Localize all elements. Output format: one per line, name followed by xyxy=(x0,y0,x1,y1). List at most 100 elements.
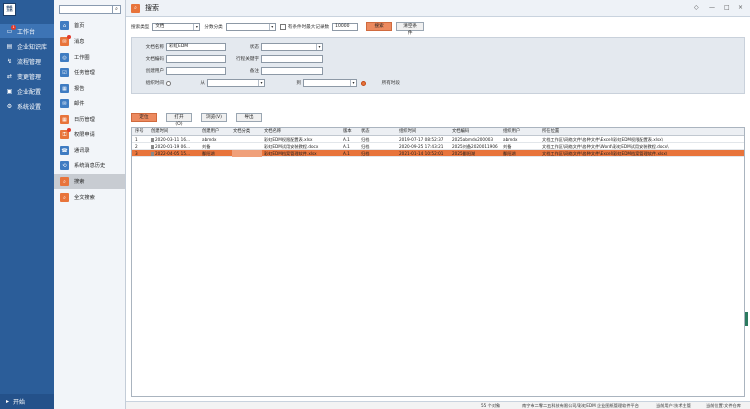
table-cell: 彩虹EDM试用安装教程.docx xyxy=(264,144,319,149)
minimize-icon[interactable]: — xyxy=(709,4,715,11)
nav-search-input[interactable]: ⌕ xyxy=(59,5,121,14)
max-records-input[interactable]: 10000 xyxy=(332,22,359,31)
time-range-radio[interactable] xyxy=(166,80,171,86)
table-cell: 2021-01-14 10:52:01 xyxy=(399,151,444,156)
search-conditions-panel: 文档名称 彩虹EDM 状态 ▾ 文档编码 行程关键字 创建用户 备注 组织时间 … xyxy=(131,37,745,94)
table-row[interactable]: 1 2020-03-11 16... abmdx 彩虹EDM权限配置表.xlsx… xyxy=(132,136,744,143)
subnav-item-mail[interactable]: ✉ 邮件 xyxy=(54,96,125,111)
table-cell: 归档 xyxy=(361,137,370,142)
start-icon: ▸ xyxy=(6,398,10,405)
subnav-item-circle[interactable]: ◎ 工作圈 xyxy=(54,50,125,65)
subnav-label: 首页 xyxy=(74,23,85,29)
column-header[interactable]: 创建用户 xyxy=(201,128,231,136)
doc-name-input[interactable]: 彩虹EDM xyxy=(166,43,226,51)
subnav-item-task[interactable]: ☑ 任务管理 xyxy=(54,65,125,80)
column-header[interactable]: 文档名称 xyxy=(263,128,341,136)
column-header[interactable]: 版本 xyxy=(342,128,358,136)
nav-item-workbench[interactable]: ▭ 1 工作台 xyxy=(0,24,54,38)
keyword-input[interactable] xyxy=(261,55,323,63)
status-select[interactable]: ▾ xyxy=(261,43,323,51)
column-header[interactable]: 创建时间 xyxy=(150,128,200,136)
table-cell: 2025刘备2020011906 xyxy=(452,144,498,149)
search-icon[interactable]: ⌕ xyxy=(112,6,120,13)
table-row-selected[interactable]: 3 2022-04-05 15... 鄱阳湖 彩虹EDM档案管理软件.xlsx … xyxy=(132,150,744,157)
nav-item-change[interactable]: ⇄ 变更管理 xyxy=(0,69,54,83)
nav-item-settings[interactable]: ⚙ 系统设置 xyxy=(0,99,54,113)
nav-item-knowledge[interactable]: ▤ 企业知识库 xyxy=(0,39,54,53)
all-time-radio[interactable] xyxy=(361,80,366,86)
history-icon: ⟲ xyxy=(60,161,69,170)
to-date-select[interactable]: ▾ xyxy=(303,79,357,87)
subnav-item-message[interactable]: ✉ 消息 xyxy=(54,34,125,49)
nav-item-label: 系统设置 xyxy=(17,103,42,111)
table-cell: A.1 xyxy=(343,137,350,142)
to-label: 到 xyxy=(296,81,301,86)
scrollbar-thumb[interactable] xyxy=(745,312,748,326)
subnav-label: 全文搜索 xyxy=(74,195,95,201)
notification-badge xyxy=(67,128,71,132)
nav-item-config[interactable]: ▣ 企业配置 xyxy=(0,84,54,98)
remark-input[interactable] xyxy=(261,67,323,75)
report-icon: ▦ xyxy=(60,84,69,93)
nav-item-label: 企业配置 xyxy=(17,88,42,96)
nav-item-flow[interactable]: ↯ 流程管理 xyxy=(0,54,54,68)
table-cell: 2025鄱阳湖 xyxy=(452,151,476,156)
subnav-label: 搜索 xyxy=(74,179,85,185)
subnav-item-contacts[interactable]: ☎ 通讯录 xyxy=(54,143,125,158)
start-button[interactable]: ▸ 开始 xyxy=(0,394,54,409)
table-cell[interactable] xyxy=(232,150,262,157)
file-icon xyxy=(151,138,154,142)
search-type-label: 搜索类型 xyxy=(131,24,150,30)
column-header[interactable]: 所在位置 xyxy=(541,128,741,136)
search-button[interactable]: 搜索 xyxy=(366,22,393,31)
calendar-icon: ▦ xyxy=(60,115,69,124)
max-records-label: 有条件时最大记录数 xyxy=(287,24,330,30)
subnav-label: 邮件 xyxy=(74,101,85,107)
subnav-item-fulltext[interactable]: ⌕ 全文搜索 xyxy=(54,190,125,205)
file-icon xyxy=(151,145,154,149)
subnav-item-search[interactable]: ⌕ 搜索 xyxy=(54,174,125,189)
column-header[interactable]: 组织用户 xyxy=(502,128,540,136)
subnav-item-home[interactable]: ⌂ 首页 xyxy=(54,18,125,33)
column-header[interactable]: 状态 xyxy=(360,128,396,136)
clear-button[interactable]: 清空条件 xyxy=(396,22,425,36)
search-type-select[interactable]: 文档 ▾ xyxy=(152,22,201,31)
subnav-item-calendar[interactable]: ▦ 日历管理 xyxy=(54,112,125,127)
circle-icon: ◎ xyxy=(60,53,69,62)
open-button[interactable]: 打开(O) xyxy=(166,112,192,127)
from-date-select[interactable]: ▾ xyxy=(207,79,265,87)
pin-icon[interactable]: ◇ xyxy=(694,4,699,11)
max-records-checkbox[interactable] xyxy=(279,23,286,30)
nav-item-label: 工作台 xyxy=(17,28,36,36)
close-icon[interactable]: × xyxy=(738,4,743,11)
notification-badge: 1 xyxy=(11,24,16,30)
chevron-down-icon: ▾ xyxy=(268,23,275,30)
column-header[interactable]: 文档分类 xyxy=(232,128,262,136)
table-cell: 1 xyxy=(135,137,138,142)
subnav-item-report[interactable]: ▦ 报告 xyxy=(54,81,125,96)
subnav-label: 系统消息历史 xyxy=(74,163,106,169)
flow-icon: ↯ xyxy=(6,57,13,65)
browse-button[interactable]: 浏览(V) xyxy=(201,112,227,122)
chevron-down-icon: ▾ xyxy=(258,80,264,86)
maximize-icon[interactable]: □ xyxy=(724,4,730,11)
export-button[interactable]: 导出 xyxy=(236,112,262,122)
table-cell: 文档工作区\网络文件\各种文件\Excel\彩虹EDM档案管理软件.xlsx\ xyxy=(542,151,668,156)
locate-button[interactable]: 定位 xyxy=(131,112,157,122)
doc-name-label: 文档名称 xyxy=(145,45,164,50)
subnav-item-permission[interactable]: ⚿ 权限申请 xyxy=(54,127,125,142)
left-navigation: 纳科 文档 ▭ 1 工作台 ▤ 企业知识库 ↯ 流程管理 ⇄ 变更管理 ▣ 企业配置… xyxy=(0,0,54,409)
subnav-label: 消息 xyxy=(74,39,85,45)
keyword-label: 行程关键字 xyxy=(236,57,259,62)
doc-code-input[interactable] xyxy=(166,55,226,63)
category-select[interactable]: ▾ xyxy=(225,22,276,31)
gear-icon: ⚙ xyxy=(6,102,13,110)
subnav-item-history[interactable]: ⟲ 系统消息历史 xyxy=(54,158,125,173)
creator-input[interactable] xyxy=(166,67,226,75)
action-toolbar: 定位 打开(O) 浏览(V) 导出 xyxy=(131,112,271,127)
column-header[interactable]: 序号 xyxy=(134,128,148,136)
table-cell: 2020-01-19 06... xyxy=(150,143,200,150)
column-header[interactable]: 文档编码 xyxy=(451,128,501,136)
column-header[interactable]: 组织时间 xyxy=(398,128,450,136)
table-row[interactable]: 2 2020-01-19 06... 刘备 彩虹EDM试用安装教程.docx A… xyxy=(132,143,744,150)
